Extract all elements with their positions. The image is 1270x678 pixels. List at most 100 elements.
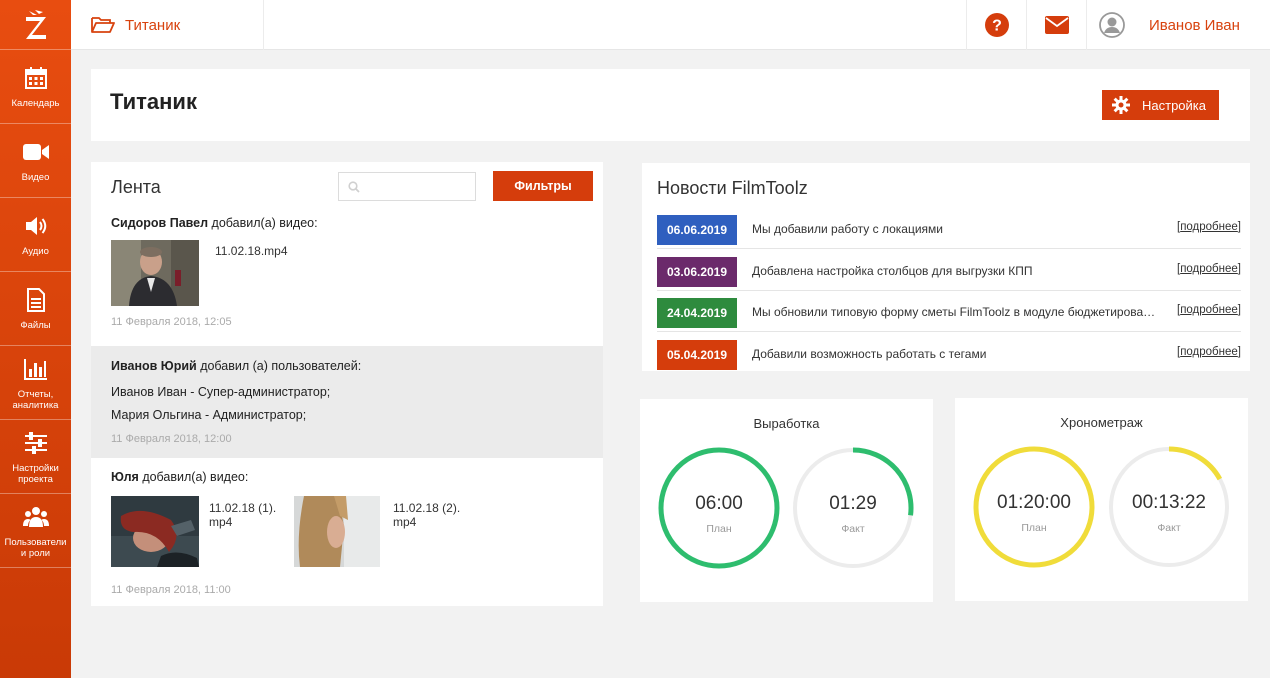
feed-entry-header: Иванов Юрий добавил (а) пользователей:	[111, 359, 361, 373]
feed-search	[338, 172, 476, 201]
page-title: Титаник	[110, 89, 197, 114]
sidebar-item-label: Файлы	[20, 320, 51, 331]
users-icon	[22, 503, 49, 531]
feed-entry-date: 11 Февраля 2018, 11:00	[111, 584, 231, 596]
news-more-link[interactable]: [подробнее]	[1177, 263, 1241, 275]
feed-entry: Иванов Юрий добавил (а) пользователей: И…	[91, 346, 603, 458]
feed-entry-header: Юля добавил(а) видео:	[111, 470, 248, 484]
settings-button-label: Настройка	[1142, 97, 1206, 113]
news-item: 24.04.2019 Мы обновили типовую форму смет…	[657, 291, 1241, 332]
svg-text:?: ?	[992, 18, 1002, 35]
feed-entry-line: Мария Ольгина - Администратор;	[111, 408, 307, 422]
top-bar: Титаник ? Иванов Иван	[71, 0, 1270, 50]
news-item: 05.04.2019 Добавили возможность работать …	[657, 333, 1241, 374]
sidebar-item-users[interactable]: Пользователи и роли	[0, 494, 71, 568]
timer-card-timing: Хронометраж 01:20:00 План 00:13:22 Факт	[955, 398, 1248, 601]
timer-title: Хронометраж	[1060, 415, 1143, 430]
news-text: Мы обновили типовую форму сметы FilmTool…	[752, 305, 1156, 319]
feed-entry-header: Сидоров Павел добавил(а) видео:	[111, 216, 318, 230]
sidebar-item-video[interactable]: Видео	[0, 124, 71, 198]
z-logo-icon[interactable]	[0, 0, 71, 50]
fact-value: 01:29	[829, 493, 877, 514]
news-panel: Новости FilmToolz 06.06.2019 Мы добавили …	[642, 163, 1250, 371]
news-more-link[interactable]: [подробнее]	[1177, 304, 1241, 316]
feed-entry-action: добавил (а) пользователей:	[200, 359, 362, 373]
filters-button[interactable]: Фильтры	[493, 171, 593, 201]
feed-panel: Лента Фильтры Сидоров Павел добавил(а) в…	[91, 162, 603, 606]
breadcrumb-label: Титаник	[125, 16, 181, 34]
feed-entry-action: добавил(а) видео:	[211, 216, 318, 230]
feed-entry-author: Сидоров Павел	[111, 216, 209, 230]
plan-label: План	[706, 523, 732, 535]
news-title: Новости FilmToolz	[657, 178, 808, 198]
sidebar-item-project-settings[interactable]: Настройки проекта	[0, 420, 71, 494]
video-thumbnail[interactable]	[111, 496, 199, 567]
news-item: 03.06.2019 Добавлена настройка столбцов д…	[657, 250, 1241, 291]
news-date-badge: 24.04.2019	[657, 298, 737, 328]
feed-search-input[interactable]	[365, 177, 469, 197]
feed-entry-line: Иванов Иван - Супер-администратор;	[111, 385, 331, 399]
news-date-badge: 03.06.2019	[657, 256, 737, 287]
ring-progress	[1168, 446, 1223, 481]
speaker-icon	[24, 212, 48, 240]
search-icon	[348, 181, 360, 193]
news-item: 06.06.2019 Мы добавили работу с локациями…	[657, 208, 1241, 249]
user-avatar-icon	[1099, 12, 1125, 38]
feed-entry-author: Иванов Юрий	[111, 359, 197, 373]
calendar-icon	[24, 64, 48, 92]
video-camera-icon	[22, 138, 50, 166]
user-menu[interactable]: Иванов Иван	[1086, 0, 1270, 50]
timer-card-output: Выработка 06:00 План 01:29 Факт	[640, 399, 933, 602]
folder-open-icon	[91, 17, 115, 33]
news-text: Мы добавили работу с локациями	[752, 222, 943, 236]
help-icon: ?	[984, 13, 1009, 37]
sidebar-item-audio[interactable]: Аудио	[0, 198, 71, 272]
sidebar-item-label: Настройки проекта	[12, 462, 59, 485]
bar-chart-icon	[23, 355, 48, 383]
timer-title: Выработка	[753, 416, 820, 431]
sidebar-item-label: Календарь	[11, 98, 60, 109]
sidebar-item-calendar[interactable]: Календарь	[0, 50, 71, 124]
feed-entry: Сидоров Павел добавил(а) видео: 11.02.18…	[91, 208, 603, 346]
help-button[interactable]: ?	[966, 0, 1026, 50]
news-more-label: подробнее	[1180, 304, 1238, 316]
messages-button[interactable]	[1026, 0, 1086, 50]
sidebar-item-label: Видео	[21, 172, 50, 183]
gear-icon	[1112, 96, 1130, 114]
news-date-badge: 05.04.2019	[657, 339, 737, 370]
fact-label: Факт	[1157, 522, 1181, 534]
breadcrumb[interactable]: Титаник	[71, 0, 264, 50]
feed-entry-date: 11 Февраля 2018, 12:05	[111, 316, 232, 328]
sidebar-item-files[interactable]: Файлы	[0, 272, 71, 346]
sidebar-item-reports[interactable]: Отчеты, аналитика	[0, 346, 71, 420]
news-more-link[interactable]: [подробнее]	[1177, 221, 1241, 233]
sidebar-item-label: Пользователи и роли	[4, 536, 67, 559]
news-more-link[interactable]: [подробнее]	[1177, 346, 1241, 358]
sidebar-item-label: Аудио	[22, 246, 49, 257]
news-more-label: подробнее	[1180, 221, 1238, 233]
fact-ring: 00:13:22 Факт	[1108, 446, 1230, 568]
feed-entry: Юля добавил(а) видео: 11.02.18 (1). mp4 …	[91, 458, 603, 606]
plan-value: 06:00	[695, 493, 743, 514]
video-file-name[interactable]: 11.02.18 (1). mp4	[209, 501, 276, 529]
sidebar: Календарь Видео Аудио Файлы Отчеты, анал…	[0, 0, 71, 678]
fact-label: Факт	[841, 523, 865, 535]
user-name: Иванов Иван	[1149, 16, 1240, 34]
file-icon	[26, 286, 46, 314]
settings-button[interactable]: Настройка	[1102, 90, 1219, 120]
feed-entry-date: 11 Февраля 2018, 12:00	[111, 433, 232, 445]
video-file-name[interactable]: 11.02.18 (2). mp4	[393, 501, 460, 529]
sidebar-item-label: Отчеты, аналитика	[12, 388, 59, 411]
plan-ring: 06:00 План	[658, 447, 780, 569]
envelope-icon	[1044, 16, 1069, 34]
news-text: Добавлена настройка столбцов для выгрузк…	[752, 263, 1033, 278]
page-header: Титаник Настройка	[91, 69, 1250, 141]
feed-entry-action: добавил(а) видео:	[142, 470, 249, 484]
feed-title: Лента	[111, 177, 161, 197]
video-file-name[interactable]: 11.02.18.mp4	[215, 244, 288, 258]
video-thumbnail[interactable]	[294, 496, 380, 567]
feed-entry-author: Юля	[111, 470, 139, 484]
fact-ring: 01:29 Факт	[792, 447, 914, 569]
video-thumbnail[interactable]	[111, 240, 199, 306]
news-date-badge: 06.06.2019	[657, 215, 737, 245]
